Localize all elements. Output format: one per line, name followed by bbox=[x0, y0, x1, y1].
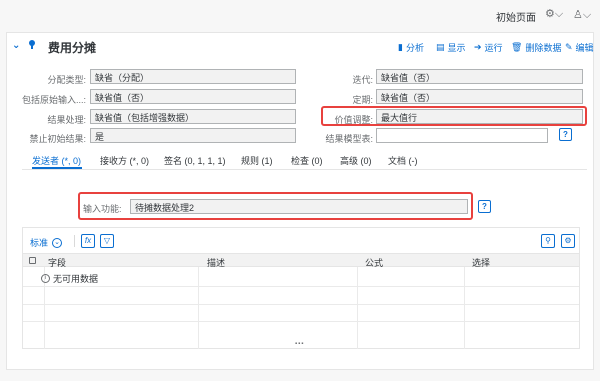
column-field[interactable]: 字段 bbox=[48, 256, 66, 269]
row-divider bbox=[23, 321, 579, 322]
suppress-initial-result-label: 禁止初始结果: bbox=[29, 134, 86, 144]
tab-divider bbox=[22, 169, 587, 170]
display-icon: ▤ bbox=[436, 42, 445, 52]
chevron-down-icon: ⌄ bbox=[52, 237, 63, 248]
pin-icon[interactable] bbox=[29, 40, 35, 49]
formula-icon[interactable]: fx bbox=[81, 234, 95, 248]
result-model-table-label: 结果模型表: bbox=[325, 134, 373, 144]
input-function-field[interactable]: 待摊数据处理2 bbox=[130, 199, 468, 214]
tab-receivers[interactable]: 接收方 (*, 0) bbox=[100, 154, 149, 167]
iteration-field[interactable]: 缺省值（否） bbox=[376, 69, 583, 84]
tab-senders[interactable]: 发送者 (*, 0) bbox=[32, 154, 81, 167]
column-divider bbox=[357, 267, 358, 349]
column-divider bbox=[198, 267, 199, 349]
column-divider bbox=[464, 267, 465, 349]
value-help-icon[interactable]: ? bbox=[559, 128, 572, 141]
resize-grip-icon[interactable]: ▪▪▪ bbox=[295, 341, 304, 347]
value-adjustment-field[interactable]: 最大值行 bbox=[376, 109, 583, 124]
pencil-icon: ✎ bbox=[565, 42, 573, 52]
toolbar-divider bbox=[74, 235, 75, 247]
delete-data-button[interactable]: 🗑 删除数据 bbox=[511, 41, 561, 54]
column-formula[interactable]: 公式 bbox=[365, 256, 383, 269]
column-description[interactable]: 描述 bbox=[207, 256, 225, 269]
no-data-message: i 无可用数据 bbox=[41, 272, 98, 285]
tab-documents[interactable]: 文档 (-) bbox=[388, 154, 418, 167]
result-processing-label: 结果处理: bbox=[47, 115, 86, 125]
result-model-table-field[interactable] bbox=[376, 128, 548, 143]
value-adjustment-label: 价值调整: bbox=[334, 115, 373, 125]
allocation-panel: ⌄ 费用分摊 ▮ 分析 ▤ 显示 ➔ 运行 🗑 删除数据 ✎ 编辑 分配类型: … bbox=[6, 32, 594, 370]
variant-label: 标准 bbox=[30, 238, 49, 248]
variant-selector[interactable]: 标准 ⌄ bbox=[30, 236, 63, 249]
suppress-initial-result-field[interactable]: 是 bbox=[90, 128, 296, 143]
filter-icon[interactable]: ▽ bbox=[100, 234, 114, 248]
tab-checks[interactable]: 检查 (0) bbox=[291, 154, 323, 167]
gear-icon[interactable]: ⚙⌵ bbox=[545, 7, 563, 21]
table-header: 字段 描述 公式 选择 bbox=[23, 253, 579, 269]
page-title: 费用分摊 bbox=[48, 41, 97, 55]
bar-chart-icon: ▮ bbox=[398, 42, 403, 52]
row-divider bbox=[23, 286, 579, 287]
row-divider bbox=[23, 304, 579, 305]
settings-icon[interactable]: ⚙ bbox=[561, 234, 575, 248]
column-selection[interactable]: 选择 bbox=[472, 256, 490, 269]
fields-table: 标准 ⌄ fx ▽ ⚲ ⚙ 字段 描述 公式 选择 i 无可用数据 ▪▪▪ bbox=[22, 227, 580, 349]
iteration-label: 迭代: bbox=[352, 75, 373, 85]
input-function-label: 输入功能: bbox=[83, 204, 122, 214]
home-link[interactable]: 初始页面 bbox=[496, 9, 536, 24]
tab-signature[interactable]: 签名 (0, 1, 1, 1) bbox=[164, 154, 226, 167]
info-icon: i bbox=[41, 274, 50, 283]
allocation-type-field[interactable]: 缺省（分配） bbox=[90, 69, 296, 84]
include-original-input-field[interactable]: 缺省值（否） bbox=[90, 89, 296, 104]
chevron-down-icon[interactable]: ⌄ bbox=[12, 40, 20, 51]
periodic-label: 定期: bbox=[352, 95, 373, 105]
tab-advanced[interactable]: 高级 (0) bbox=[340, 154, 372, 167]
allocation-type-label: 分配类型: bbox=[47, 75, 86, 85]
periodic-field[interactable]: 缺省值（否） bbox=[376, 89, 583, 104]
edit-button[interactable]: ✎ 编辑 bbox=[565, 41, 594, 54]
search-icon[interactable]: ⚲ bbox=[541, 234, 555, 248]
select-all-icon[interactable] bbox=[29, 257, 36, 264]
trash-icon: 🗑 bbox=[511, 42, 523, 52]
analyze-button[interactable]: ▮ 分析 bbox=[398, 41, 424, 54]
arrow-right-icon: ➔ bbox=[474, 42, 482, 52]
run-button[interactable]: ➔ 运行 bbox=[474, 41, 503, 54]
shell-bar: 初始页面 ⚙⌵ ♙⌵ bbox=[0, 0, 600, 28]
person-icon[interactable]: ♙⌵ bbox=[573, 8, 591, 22]
show-button[interactable]: ▤ 显示 bbox=[436, 41, 466, 54]
input-function-help-icon[interactable]: ? bbox=[478, 200, 491, 213]
include-original-input-label: 包括原始输入...: bbox=[21, 95, 86, 105]
tab-rules[interactable]: 规则 (1) bbox=[241, 154, 273, 167]
result-processing-field[interactable]: 缺省值（包括增强数据） bbox=[90, 109, 296, 124]
